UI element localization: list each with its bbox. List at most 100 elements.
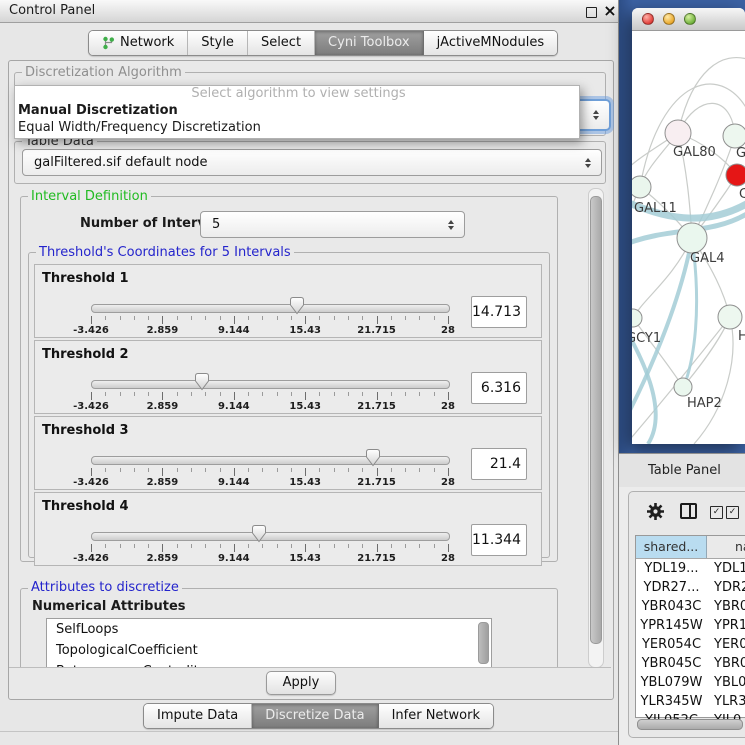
- dropdown-item[interactable]: Manual Discretization: [15, 102, 579, 119]
- network-edge[interactable]: [694, 317, 733, 444]
- window-title: Control Panel: [9, 0, 95, 22]
- checked-checkbox-icon[interactable]: ✓: [710, 506, 723, 519]
- network-window-titlebar: [632, 8, 745, 31]
- tab-cyni-toolbox[interactable]: Cyni Toolbox: [315, 31, 424, 55]
- table-row[interactable]: YDR27...YDR2: [636, 578, 745, 597]
- slider-track[interactable]: [91, 456, 450, 465]
- network-node-gal11[interactable]: [632, 176, 651, 198]
- tab-label: jActiveMNodules: [437, 31, 545, 55]
- tab-network[interactable]: Network: [89, 31, 188, 55]
- tab-select[interactable]: Select: [248, 31, 315, 55]
- network-node-gcy1[interactable]: [632, 309, 642, 327]
- tab-jactivemnodules[interactable]: jActiveMNodules: [424, 31, 558, 55]
- threshold-1-slider-thumb[interactable]: [289, 296, 305, 316]
- window-float-icon[interactable]: [586, 7, 597, 18]
- network-icon: [102, 36, 115, 50]
- numerical-attributes-list[interactable]: SelfLoopsTopologicalCoefficientBetweenne…: [46, 618, 492, 667]
- column-header-name[interactable]: na: [707, 536, 745, 558]
- network-edge[interactable]: [678, 58, 745, 133]
- network-node-label: H: [738, 329, 745, 344]
- cell-shared-name: YDL19...: [636, 559, 707, 578]
- slider-scale-labels: -3.4262.8599.14415.4321.71528: [91, 325, 448, 337]
- tab-discretize-data[interactable]: Discretize Data: [252, 704, 378, 728]
- table-header-row: shared... na: [636, 536, 745, 559]
- threshold-1-value-input[interactable]: [471, 296, 527, 328]
- slider-ticks: [91, 468, 448, 477]
- slider-track[interactable]: [91, 304, 450, 313]
- slider-track[interactable]: [91, 380, 450, 389]
- network-node-label: HAP2: [687, 396, 722, 411]
- network-edge-highlighted[interactable]: [632, 330, 656, 444]
- threshold-2-slider-thumb[interactable]: [194, 372, 210, 392]
- slider-scale-labels: -3.4262.8599.14415.4321.71528: [91, 401, 448, 413]
- network-view-window: GAL80GACGAL11GAL4GCY1HHAP2: [632, 8, 745, 444]
- table-row[interactable]: YDL19...YDL1: [636, 559, 745, 578]
- cell-shared-name: YBR045C: [636, 654, 707, 673]
- main-scrollbar-thumb[interactable]: [590, 196, 602, 644]
- algorithm-dropdown-popup: Select algorithm to view settingsManual …: [14, 85, 580, 139]
- gear-icon[interactable]: [646, 502, 665, 521]
- tab-label: Style: [201, 31, 234, 55]
- split-columns-icon[interactable]: [680, 503, 697, 519]
- threshold-2-value-input[interactable]: [471, 372, 527, 404]
- network-canvas[interactable]: GAL80GACGAL11GAL4GCY1HHAP2: [632, 30, 745, 444]
- threshold-3-slider-thumb[interactable]: [365, 448, 381, 468]
- slider-ticks: [91, 392, 448, 401]
- network-node-hap2[interactable]: [674, 378, 692, 396]
- tab-label: Select: [261, 31, 301, 55]
- main-scrollbar[interactable]: [588, 188, 604, 668]
- network-edge[interactable]: [683, 317, 730, 387]
- checked-checkbox-icon[interactable]: ✓: [726, 506, 739, 519]
- network-node-ga[interactable]: [723, 124, 745, 148]
- algorithm-group-label: Discretization Algorithm: [22, 66, 185, 79]
- threshold-3-value-input[interactable]: [471, 448, 527, 480]
- tab-style[interactable]: Style: [188, 31, 248, 55]
- threshold-1-box: Threshold 1-3.4262.8599.14415.4321.71528: [34, 264, 542, 338]
- table-row[interactable]: YPR145WYPR1: [636, 616, 745, 635]
- attribute-list-item[interactable]: TopologicalCoefficient: [47, 640, 491, 661]
- slider-ticks: [91, 316, 448, 325]
- table-row[interactable]: YBR043CYBR0: [636, 597, 745, 616]
- column-header-shared-name[interactable]: shared...: [636, 536, 707, 558]
- separator: [9, 667, 611, 668]
- zoom-traffic-light-icon[interactable]: [684, 13, 696, 25]
- thresholds-group-label: Threshold's Coordinates for 5 Intervals: [36, 246, 294, 259]
- network-node-gal80[interactable]: [665, 120, 691, 146]
- table-data-combobox[interactable]: galFiltered.sif default node: [22, 149, 602, 176]
- network-node-label: GCY1: [632, 331, 661, 346]
- minimize-traffic-light-icon[interactable]: [663, 13, 675, 25]
- cell-name: YLR3: [707, 692, 745, 711]
- tab-label: Network: [120, 31, 174, 55]
- attribute-list-item[interactable]: SelfLoops: [47, 619, 491, 640]
- threshold-label: Threshold 3: [42, 423, 129, 438]
- window-close-icon[interactable]: ×: [602, 0, 618, 22]
- number-of-intervals-combobox[interactable]: 5: [200, 211, 465, 238]
- table-row[interactable]: YBR045CYBR0: [636, 654, 745, 673]
- apply-button[interactable]: Apply: [266, 671, 336, 695]
- network-node-gal4[interactable]: [677, 223, 707, 253]
- table-row[interactable]: YLR345WYLR3: [636, 692, 745, 711]
- slider-track[interactable]: [91, 532, 450, 541]
- close-traffic-light-icon[interactable]: [642, 13, 654, 25]
- table-row[interactable]: YBL079WYBL0: [636, 673, 745, 692]
- panel-bottom-edge: [0, 731, 618, 732]
- threshold-4-slider-thumb[interactable]: [251, 524, 267, 544]
- network-node-h[interactable]: [718, 305, 742, 329]
- attributes-group-label: Attributes to discretize: [28, 581, 182, 594]
- slider-ticks: [91, 544, 448, 553]
- dropdown-item[interactable]: Equal Width/Frequency Discretization: [15, 119, 579, 136]
- network-node-label: GA: [736, 146, 745, 161]
- network-node-label: C: [739, 187, 745, 202]
- list-scrollbar[interactable]: [478, 622, 489, 664]
- table-horizontal-scrollbar[interactable]: [637, 719, 743, 730]
- cell-shared-name: YLR345W: [636, 692, 707, 711]
- network-node-c[interactable]: [726, 164, 745, 186]
- tab-infer-network[interactable]: Infer Network: [379, 704, 493, 728]
- threshold-4-value-input[interactable]: [471, 524, 527, 556]
- node-table: shared... na YDL19...YDL1YDR27...YDR2YBR…: [635, 535, 745, 718]
- cell-shared-name: YDR27...: [636, 578, 707, 597]
- tab-impute-data[interactable]: Impute Data: [144, 704, 252, 728]
- cell-shared-name: YBL079W: [636, 673, 707, 692]
- cell-name: YDL1: [707, 559, 745, 578]
- table-row[interactable]: YER054CYER0: [636, 635, 745, 654]
